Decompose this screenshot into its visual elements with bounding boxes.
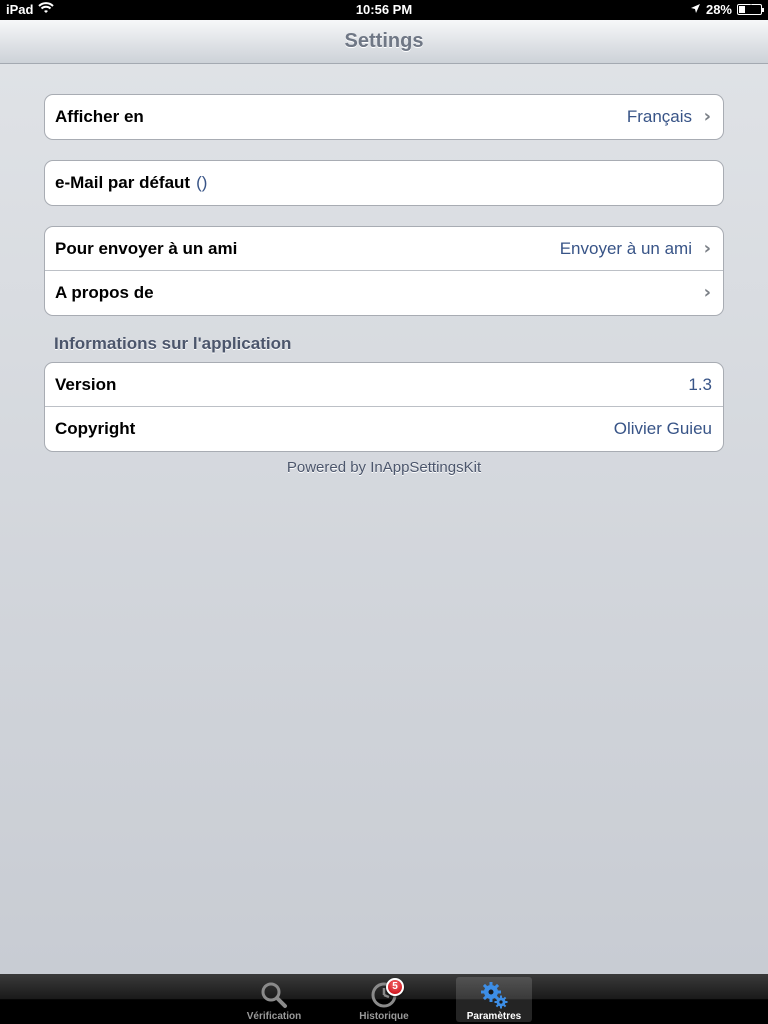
- navigation-bar: Settings: [0, 20, 768, 64]
- clock-icon: [346, 980, 422, 1010]
- chevron-right-icon: ›: [703, 106, 711, 127]
- magnifier-icon: [236, 980, 312, 1010]
- app-info-section-header: Informations sur l'application: [54, 334, 292, 353]
- powered-by-footer: Powered by InAppSettingsKit: [286, 459, 482, 476]
- tab-verification[interactable]: Vérification: [236, 977, 312, 1022]
- tab-settings[interactable]: Paramètres: [456, 977, 532, 1022]
- copyright-cell: Copyright Olivier Guieu: [45, 407, 723, 451]
- display-language-label: Afficher en: [55, 107, 144, 126]
- copyright-label: Copyright: [55, 419, 136, 438]
- send-to-friend-value: Envoyer à un ami: [559, 239, 692, 258]
- display-language-cell[interactable]: Afficher en Français ›: [45, 95, 723, 139]
- send-to-friend-label: Pour envoyer à un ami: [55, 239, 238, 258]
- tab-settings-label: Paramètres: [466, 1011, 522, 1022]
- chevron-right-icon: ›: [703, 238, 711, 259]
- version-value: 1.3: [688, 375, 712, 394]
- history-badge: 5: [386, 978, 404, 996]
- copyright-value: Olivier Guieu: [613, 419, 712, 438]
- version-label: Version: [55, 375, 117, 394]
- email-group: e-Mail par défaut (): [44, 160, 724, 206]
- default-email-cell[interactable]: e-Mail par défaut (): [45, 161, 723, 205]
- tab-verification-label: Vérification: [246, 1011, 302, 1022]
- send-to-friend-cell[interactable]: Pour envoyer à un ami Envoyer à un ami ›: [45, 227, 723, 271]
- about-label: A propos de: [55, 283, 154, 302]
- tab-bar: Vérification 5 Historique Paramètres: [0, 974, 768, 1024]
- default-email-label: e-Mail par défaut: [55, 173, 191, 192]
- battery-percent: 28%: [705, 2, 732, 17]
- default-email-value[interactable]: (): [196, 173, 207, 192]
- about-cell[interactable]: A propos de ›: [45, 271, 723, 315]
- tab-history[interactable]: 5 Historique: [346, 977, 422, 1022]
- battery-icon: ⚡: [737, 3, 764, 15]
- location-arrow-icon: [690, 2, 701, 17]
- display-language-group: Afficher en Français ›: [44, 94, 724, 140]
- status-time: 10:56 PM: [355, 2, 413, 17]
- display-language-value: Français: [626, 107, 692, 126]
- page-title: Settings: [344, 30, 424, 52]
- tab-history-label: Historique: [359, 1011, 409, 1022]
- app-info-group: Version 1.3 Copyright Olivier Guieu: [44, 362, 724, 452]
- gears-icon: [456, 980, 532, 1010]
- status-bar: iPad 10:56 PM 28% ⚡: [0, 0, 768, 20]
- settings-list: Afficher en Français › e-Mail par défaut…: [0, 64, 768, 974]
- chevron-right-icon: ›: [703, 282, 711, 303]
- version-cell: Version 1.3: [45, 363, 723, 407]
- share-group: Pour envoyer à un ami Envoyer à un ami ›…: [44, 226, 724, 316]
